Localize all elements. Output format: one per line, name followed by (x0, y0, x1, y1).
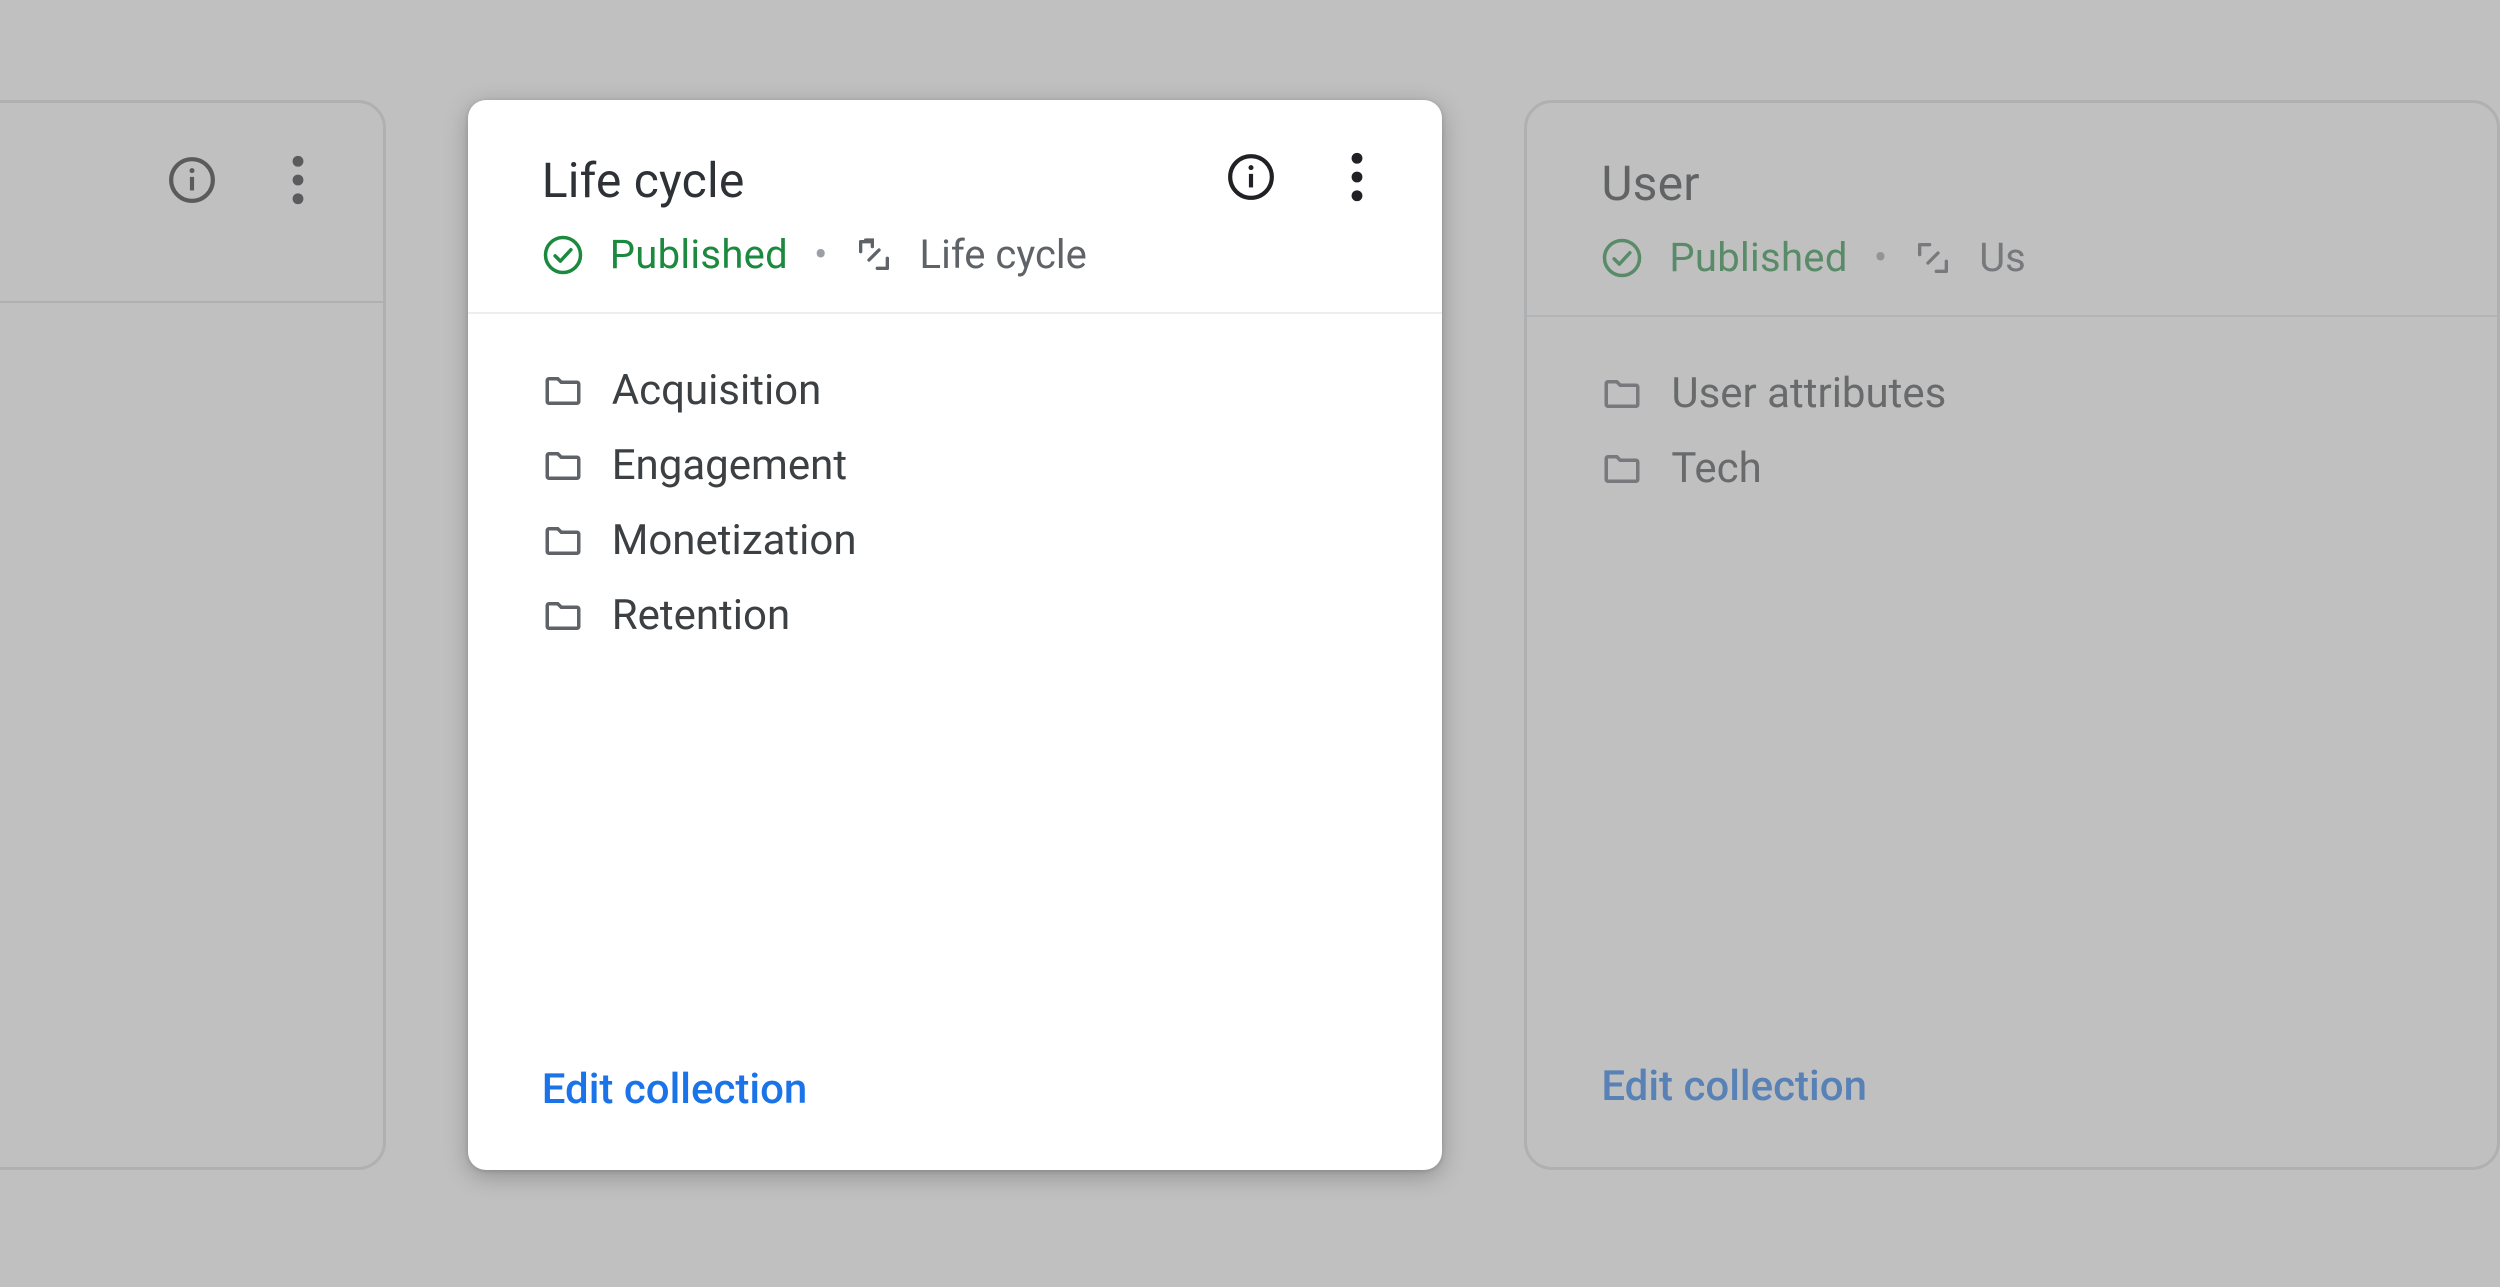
folder-label: Retention (612, 591, 790, 640)
status-row: Published • Life cycle (542, 231, 1379, 278)
cards-row: ness object… s eness avior Life cycle (0, 100, 2500, 1170)
folder-item[interactable]: Retention (542, 585, 1369, 646)
card-body: Acquisition Engagement Monetization (468, 314, 1443, 1065)
status-badge: Published (1669, 234, 1847, 281)
card-footer: Edit collection (1527, 1062, 2497, 1167)
info-icon[interactable] (167, 155, 217, 205)
card-body: User attributes Tech (1527, 317, 2497, 1062)
card-header: User Published • Us (1527, 103, 2497, 317)
card-body: s eness avior (0, 303, 383, 1167)
collection-card-left: ness object… s eness avior (0, 100, 386, 1170)
status-row: Published • Us (1601, 234, 2433, 281)
card-header: ness object… (0, 103, 383, 303)
folder-label: Acquisition (612, 366, 822, 415)
folder-icon (1601, 448, 1643, 490)
separator-dot: • (814, 235, 828, 275)
edit-collection-button[interactable]: Edit collection (1601, 1062, 1867, 1111)
check-circle-icon (542, 234, 584, 276)
folder-icon (542, 595, 584, 637)
folder-item[interactable]: Monetization (542, 510, 1369, 571)
folder-icon (1601, 373, 1643, 415)
folder-item[interactable]: User attributes (1601, 363, 2423, 424)
folder-label: User attributes (1671, 369, 1946, 418)
collection-card-user[interactable]: User Published • Us (1524, 100, 2500, 1170)
folder-item[interactable]: Engagement (542, 435, 1369, 496)
card-title-truncated: ness object… (0, 213, 319, 267)
folder-icon (542, 520, 584, 562)
more-vert-icon[interactable] (273, 155, 323, 205)
list-item: eness (0, 461, 309, 529)
folder-item[interactable]: Tech (1601, 438, 2423, 499)
link-icon (1913, 238, 1953, 278)
folder-label: Engagement (612, 441, 847, 490)
info-icon[interactable] (1226, 152, 1276, 202)
linked-collection-name: Life cycle (920, 231, 1087, 278)
folder-icon (542, 445, 584, 487)
status-badge: Published (610, 231, 788, 278)
card-footer: Edit collection (468, 1065, 1443, 1170)
card-title: User (1601, 155, 2433, 212)
list-item: s (0, 363, 309, 431)
linked-collection-name: Us (1979, 234, 2026, 281)
stage: ness object… s eness avior Life cycle (0, 0, 2500, 1287)
card-header: Life cycle Published • (468, 100, 1443, 314)
separator-dot: • (1874, 238, 1888, 278)
folder-item[interactable]: Acquisition (542, 360, 1369, 421)
folder-label: Monetization (612, 516, 857, 565)
list-item: avior (0, 529, 309, 597)
more-vert-icon[interactable] (1332, 152, 1382, 202)
folder-label: Tech (1671, 444, 1761, 493)
folder-icon (542, 370, 584, 412)
check-circle-icon (1601, 237, 1643, 279)
link-icon (854, 235, 894, 275)
card-header-actions (167, 155, 323, 205)
card-header-actions (1226, 152, 1382, 202)
collection-card-lifecycle[interactable]: Life cycle Published • (468, 100, 1443, 1170)
edit-collection-button[interactable]: Edit collection (542, 1065, 808, 1114)
